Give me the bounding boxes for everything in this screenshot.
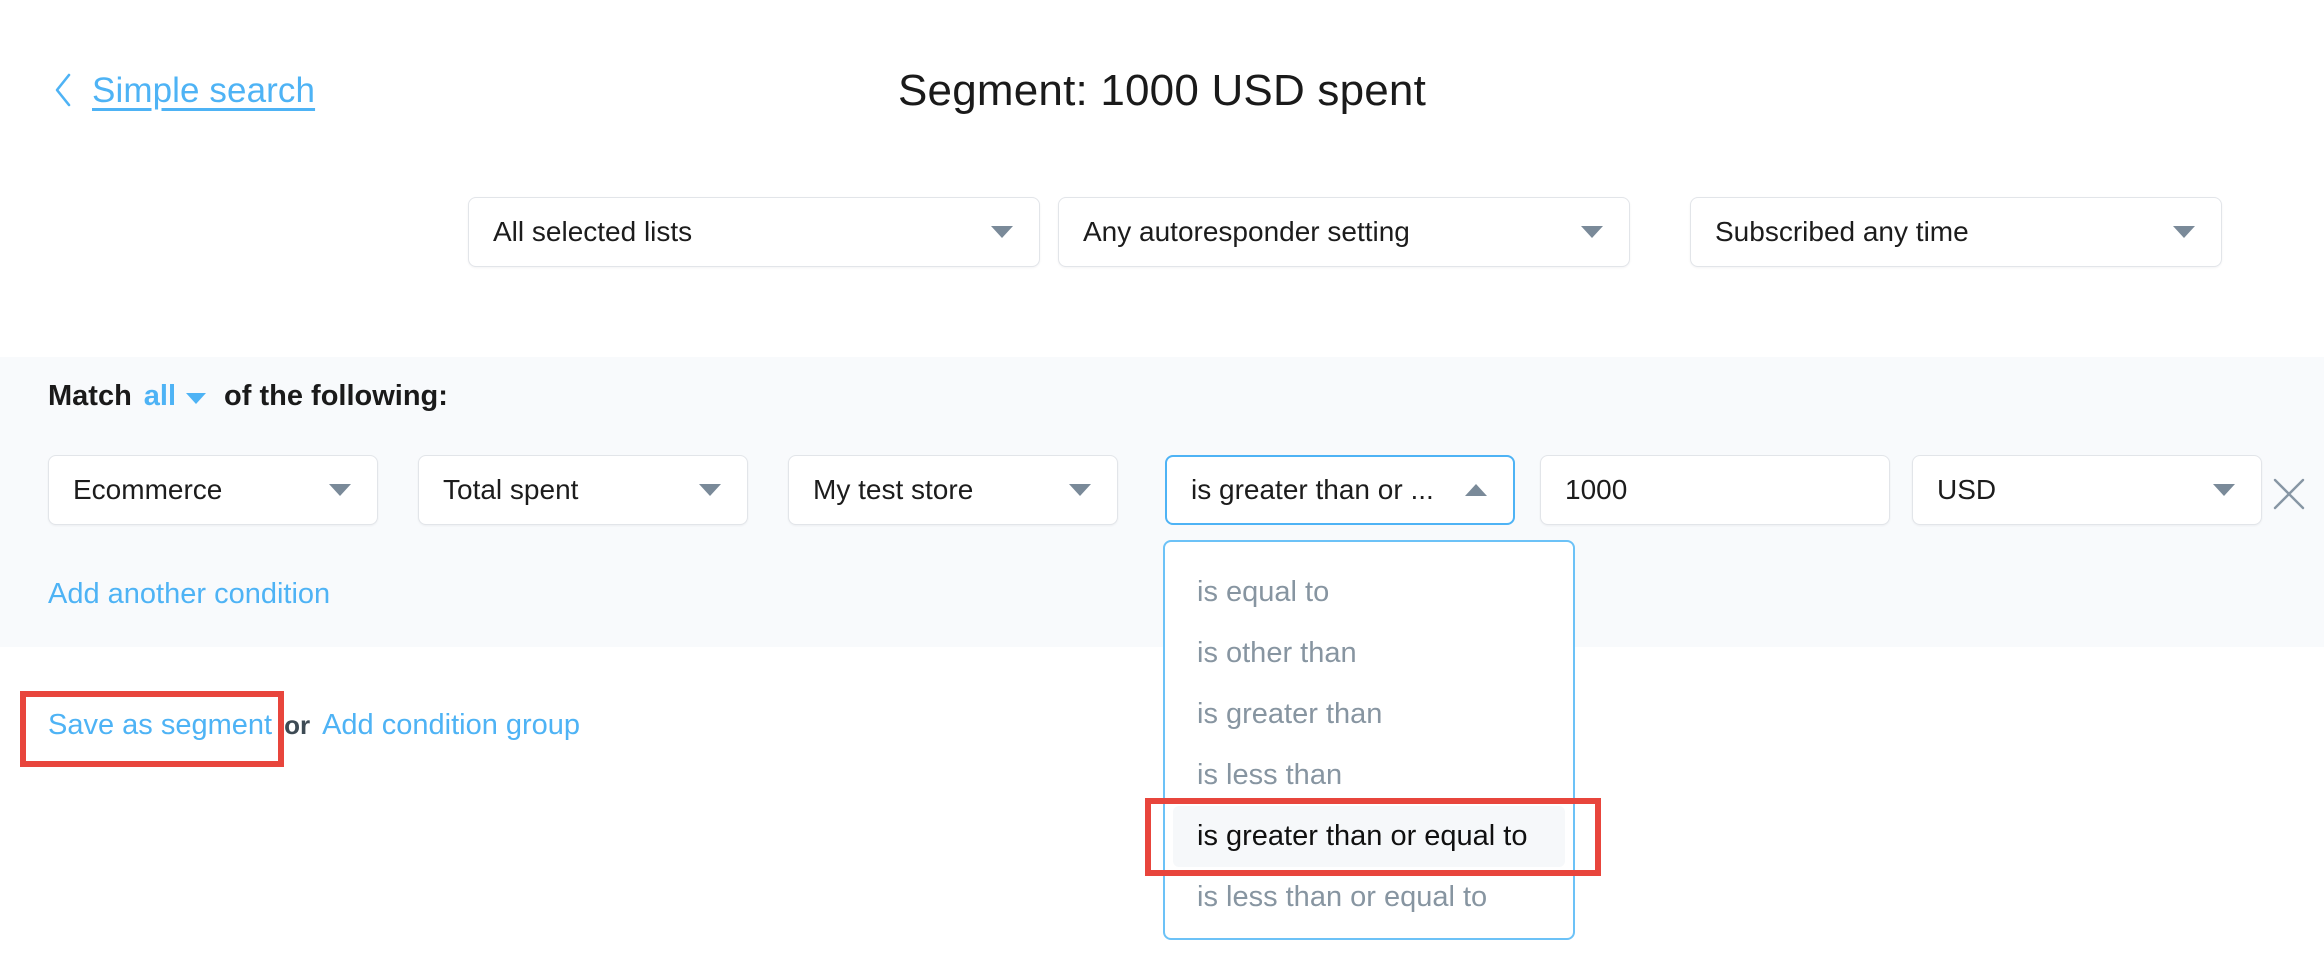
condition-type-select[interactable]: Ecommerce (48, 455, 378, 525)
condition-currency-select[interactable]: USD (1912, 455, 2262, 525)
condition-operator-value: is greater than or ... (1191, 474, 1434, 505)
chevron-down-icon (991, 226, 1013, 238)
subscribed-filter-select[interactable]: Subscribed any time (1690, 197, 2222, 267)
match-mode-value[interactable]: all (144, 380, 176, 413)
save-as-segment-link[interactable]: Save as segment (48, 709, 272, 742)
chevron-down-icon[interactable] (186, 393, 207, 404)
autoresponder-filter-select[interactable]: Any autoresponder setting (1058, 197, 1630, 267)
match-suffix-label: of the following: (224, 380, 448, 412)
condition-currency-value: USD (1937, 474, 1997, 505)
dropdown-option-is-greater-than[interactable]: is greater than (1173, 684, 1565, 745)
filter-toolbar: All selected lists Any autoresponder set… (0, 197, 2324, 269)
or-separator-label: or (284, 710, 311, 740)
condition-value-text: 1000 (1565, 474, 1628, 505)
page-title: Segment: 1000 USD spent (897, 66, 1427, 115)
subscribed-filter-value: Subscribed any time (1715, 216, 1969, 247)
chevron-up-icon (1465, 484, 1487, 496)
condition-field-value: Total spent (443, 474, 579, 505)
chevron-down-icon (699, 484, 721, 496)
add-another-condition-link[interactable]: Add another condition (48, 578, 330, 611)
condition-store-select[interactable]: My test store (788, 455, 1118, 525)
condition-operator-select[interactable]: is greater than or ... (1165, 455, 1515, 525)
chevron-down-icon (1069, 484, 1091, 496)
remove-condition-button[interactable] (2272, 477, 2306, 511)
add-condition-group-link[interactable]: Add condition group (322, 709, 580, 742)
condition-store-value: My test store (813, 474, 974, 505)
chevron-down-icon (329, 484, 351, 496)
dropdown-option-is-other-than[interactable]: is other than (1173, 623, 1565, 684)
match-mode-line: Match all of the following: (48, 380, 448, 413)
condition-value-input[interactable]: 1000 (1540, 455, 1890, 525)
dropdown-option-is-greater-than-or-equal-to[interactable]: is greater than or equal to (1173, 806, 1565, 867)
bottom-actions: Save as segment or Add condition group (48, 709, 580, 742)
dropdown-option-is-less-than-or-equal-to[interactable]: is less than or equal to (1173, 867, 1565, 928)
close-icon (2273, 478, 2305, 510)
match-prefix-label: Match (48, 380, 132, 412)
condition-field-select[interactable]: Total spent (418, 455, 748, 525)
lists-filter-select[interactable]: All selected lists (468, 197, 1040, 267)
autoresponder-filter-value: Any autoresponder setting (1083, 216, 1410, 247)
dropdown-option-is-equal-to[interactable]: is equal to (1173, 562, 1565, 623)
chevron-down-icon (2173, 226, 2195, 238)
chevron-down-icon (2213, 484, 2235, 496)
dropdown-option-is-less-than[interactable]: is less than (1173, 745, 1565, 806)
operator-dropdown-menu[interactable]: is equal to is other than is greater tha… (1163, 540, 1575, 940)
page-header: Simple search Segment: 1000 USD spent (0, 0, 2324, 175)
condition-type-value: Ecommerce (73, 474, 223, 505)
chevron-down-icon (1581, 226, 1603, 238)
lists-filter-value: All selected lists (493, 216, 693, 247)
